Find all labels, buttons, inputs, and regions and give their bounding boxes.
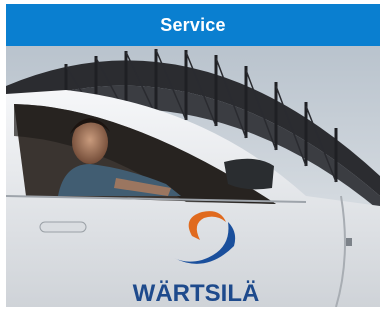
- logo-wordmark: WÄRTSILÄ: [133, 280, 260, 307]
- service-photo: WÄRTSILÄ: [6, 46, 380, 307]
- section-title: Service: [160, 14, 226, 35]
- section-header: Service: [6, 4, 380, 46]
- service-card: Service WÄRTSILÄ: [0, 0, 385, 311]
- side-mirror: [224, 158, 274, 190]
- door-handle: [39, 221, 87, 233]
